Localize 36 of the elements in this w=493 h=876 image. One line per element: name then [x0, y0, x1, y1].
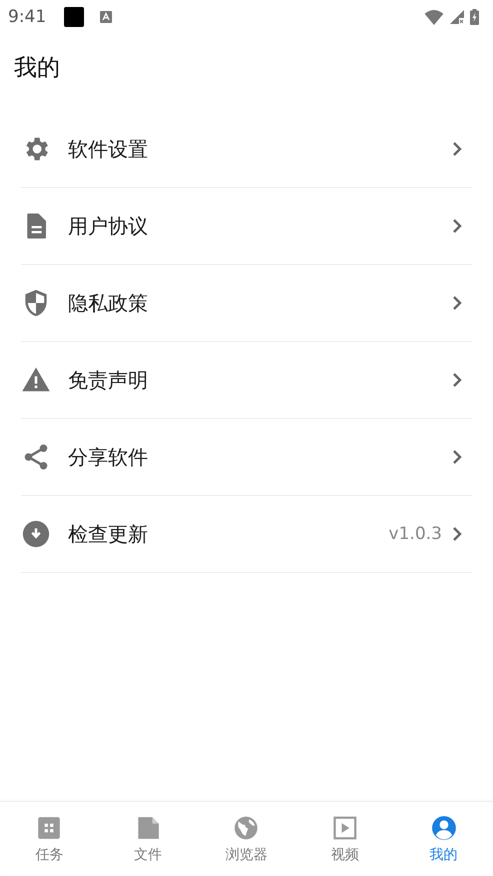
nav-tab[interactable]: 任务 — [0, 802, 99, 876]
globe-icon — [233, 814, 260, 840]
keyboard-icon — [100, 11, 112, 23]
menu-label: 检查更新 — [68, 520, 148, 548]
chevron-right-icon — [452, 526, 462, 542]
chevron-right-icon — [452, 295, 462, 311]
menu-item[interactable]: 分享软件 — [21, 419, 472, 496]
nav-tab[interactable]: 文件 — [98, 802, 198, 876]
menu-item[interactable]: 检查更新 v1.0.3 — [21, 496, 472, 573]
menu-label: 免责声明 — [68, 366, 148, 394]
download-icon — [21, 519, 51, 549]
menu-label: 软件设置 — [68, 136, 148, 162]
menu-label: 分享软件 — [68, 444, 148, 470]
grid-icon — [36, 814, 62, 840]
user-icon — [430, 814, 457, 840]
signal-icon — [450, 10, 464, 24]
chevron-right-icon — [452, 372, 462, 388]
menu-item[interactable]: 软件设置 — [21, 111, 472, 188]
menu-label: 隐私政策 — [68, 290, 148, 316]
page-title: 我的 — [14, 54, 61, 83]
battery-icon — [470, 9, 479, 25]
status-time: 9:41 — [8, 7, 46, 27]
wifi-icon — [424, 10, 444, 24]
chevron-right-icon — [452, 449, 462, 465]
version-text: v1.0.3 — [388, 524, 442, 544]
menu-item[interactable]: 免责声明 — [21, 342, 472, 419]
nav-tab[interactable]: 视频 — [296, 802, 394, 876]
chevron-right-icon — [452, 141, 462, 157]
chevron-right-icon — [452, 218, 462, 234]
notification-icon — [64, 7, 84, 27]
menu-label: 用户协议 — [68, 212, 148, 240]
menu-item[interactable]: 隐私政策 — [21, 265, 472, 342]
menu-item[interactable]: 用户协议 — [21, 188, 472, 265]
play-icon — [332, 814, 358, 840]
nav-tab[interactable]: 我的 — [394, 802, 493, 876]
nav-tab[interactable]: 浏览器 — [197, 802, 296, 876]
